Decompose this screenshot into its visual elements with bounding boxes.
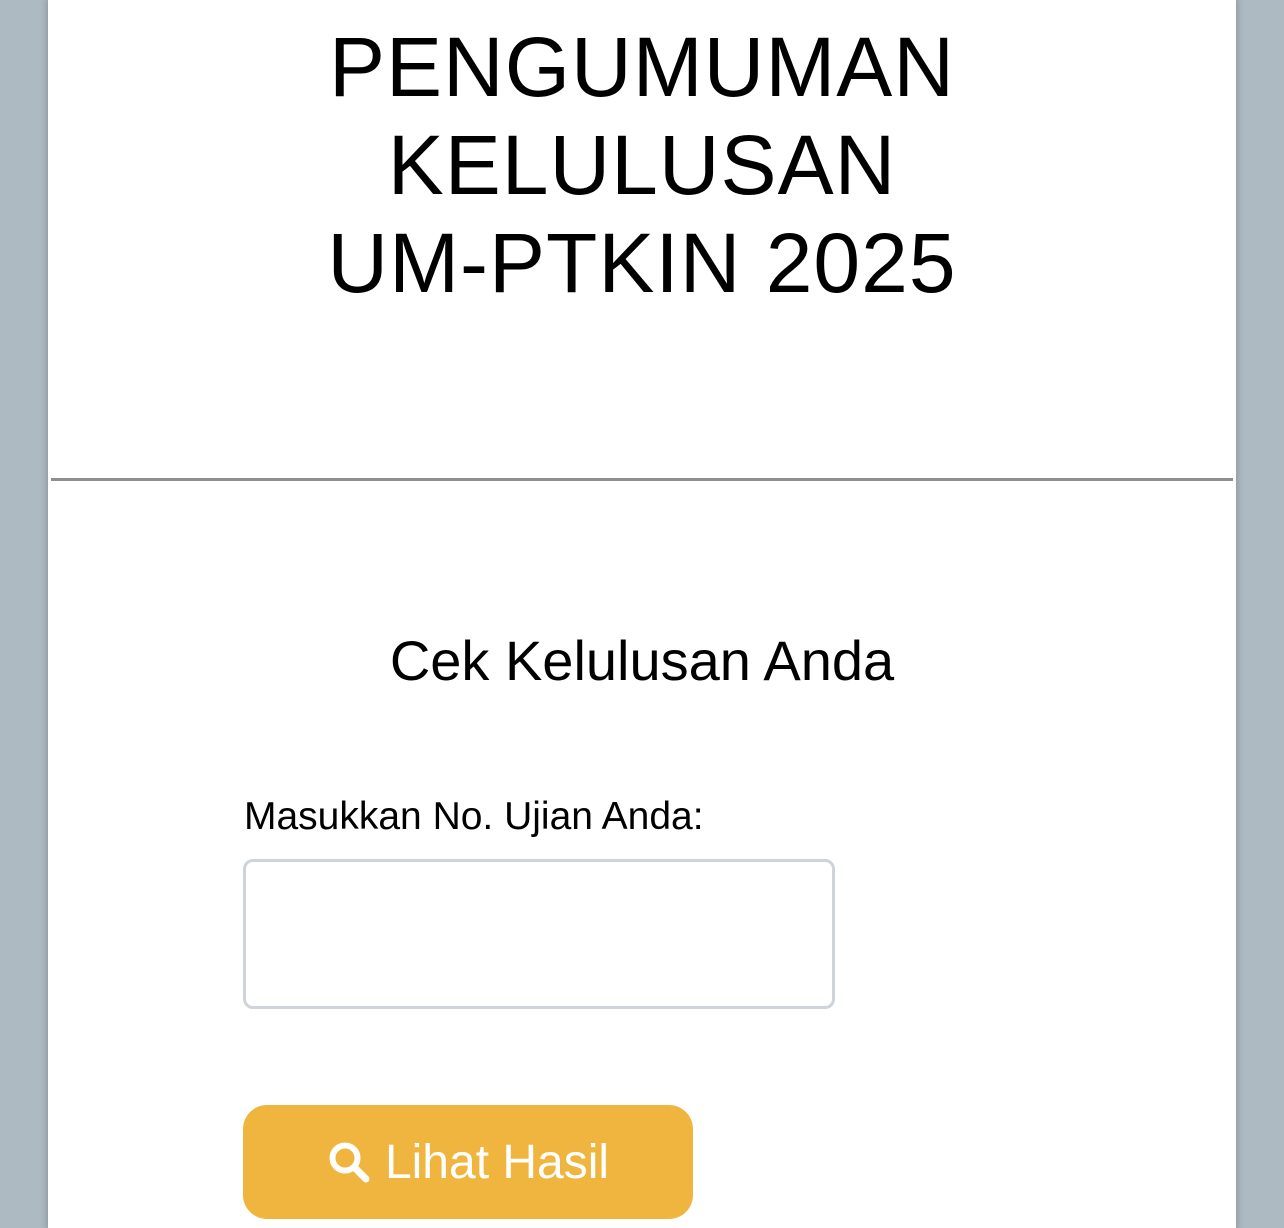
form-heading: Cek Kelulusan Anda — [389, 629, 895, 692]
exam-number-label: Masukkan No. Ujian Anda: — [244, 795, 704, 838]
view-result-button-label: Lihat Hasil — [384, 1135, 610, 1189]
page-title: PENGUMUMAN KELULUSAN UM-PTKIN 2025 — [48, 18, 1236, 312]
page-title-line-1: PENGUMUMAN — [328, 20, 955, 114]
announcement-card: PENGUMUMAN KELULUSAN UM-PTKIN 2025 Cek K… — [48, 0, 1236, 1228]
header-divider — [51, 478, 1233, 481]
page-title-line-3: UM-PTKIN 2025 — [327, 216, 957, 310]
search-icon — [329, 1142, 370, 1183]
view-result-button[interactable]: Lihat Hasil — [243, 1105, 693, 1219]
page-title-line-2: KELULUSAN — [387, 118, 897, 212]
announcement-header: PENGUMUMAN KELULUSAN UM-PTKIN 2025 — [48, 0, 1236, 478]
exam-number-input[interactable] — [243, 859, 835, 1009]
